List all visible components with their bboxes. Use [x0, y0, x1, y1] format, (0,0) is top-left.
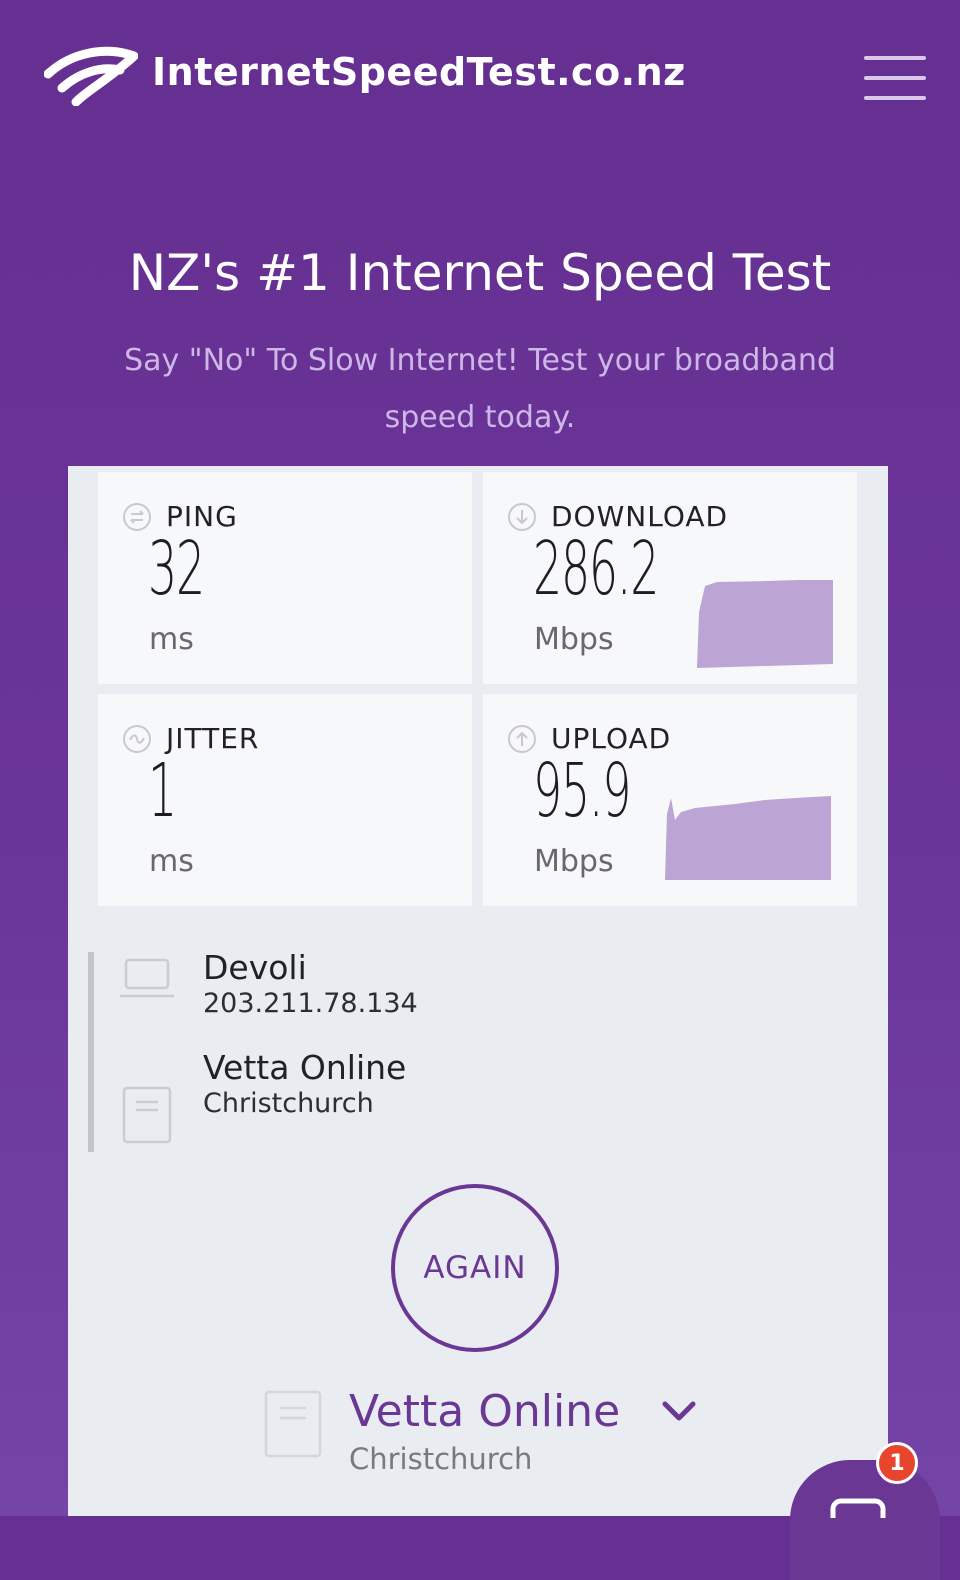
chat-button[interactable]: [790, 1460, 940, 1580]
server-selector[interactable]: Vetta Online Christchurch: [264, 1384, 714, 1484]
jitter-label: JITTER: [166, 722, 260, 755]
upload-value: 95.9: [533, 748, 631, 834]
laptop-icon: [120, 958, 174, 998]
isp-ip-address: 203.211.78.134: [203, 988, 418, 1019]
download-unit: Mbps: [534, 622, 614, 657]
hamburger-menu-icon[interactable]: [864, 54, 926, 102]
brand-name[interactable]: InternetSpeedTest.co.nz: [152, 50, 686, 94]
selected-server-name[interactable]: Vetta Online: [349, 1386, 620, 1437]
server-icon: [122, 1086, 172, 1144]
notification-badge: 1: [876, 1442, 918, 1484]
wifi-signal-icon[interactable]: [44, 44, 138, 106]
host-location: Christchurch: [203, 1088, 374, 1119]
jitter-card: JITTER 1 ms: [98, 694, 472, 906]
upload-unit: Mbps: [534, 844, 614, 879]
connection-divider: [88, 952, 94, 1152]
ping-value: 32: [148, 526, 205, 612]
selected-server-location: Christchurch: [349, 1442, 533, 1476]
chevron-down-icon[interactable]: [662, 1400, 696, 1424]
upload-card: UPLOAD 95.9 Mbps: [483, 694, 857, 906]
download-value: 286.2: [533, 526, 659, 612]
upload-speed-graph: [665, 796, 831, 880]
jitter-unit: ms: [149, 844, 194, 879]
download-speed-graph: [697, 580, 833, 668]
connection-info: Devoli 203.211.78.134 Vetta Online Chris…: [88, 948, 688, 1152]
ping-card: PING 32 ms: [98, 472, 472, 684]
again-button[interactable]: AGAIN: [391, 1184, 559, 1352]
isp-name: Devoli: [203, 948, 307, 987]
server-icon: [264, 1390, 322, 1458]
chat-icon: [830, 1498, 886, 1518]
ping-unit: ms: [149, 622, 194, 657]
jitter-value: 1: [148, 748, 177, 834]
host-name: Vetta Online: [203, 1048, 407, 1087]
results-panel: PING 32 ms DOWNLOAD 286.2 Mbps JITTER 1 …: [68, 466, 888, 1516]
download-card: DOWNLOAD 286.2 Mbps: [483, 472, 857, 684]
page-title: NZ's #1 Internet Speed Test: [128, 244, 832, 302]
page-subtitle: Say "No" To Slow Internet! Test your bro…: [124, 343, 836, 435]
site-header: InternetSpeedTest.co.nz: [0, 0, 960, 160]
